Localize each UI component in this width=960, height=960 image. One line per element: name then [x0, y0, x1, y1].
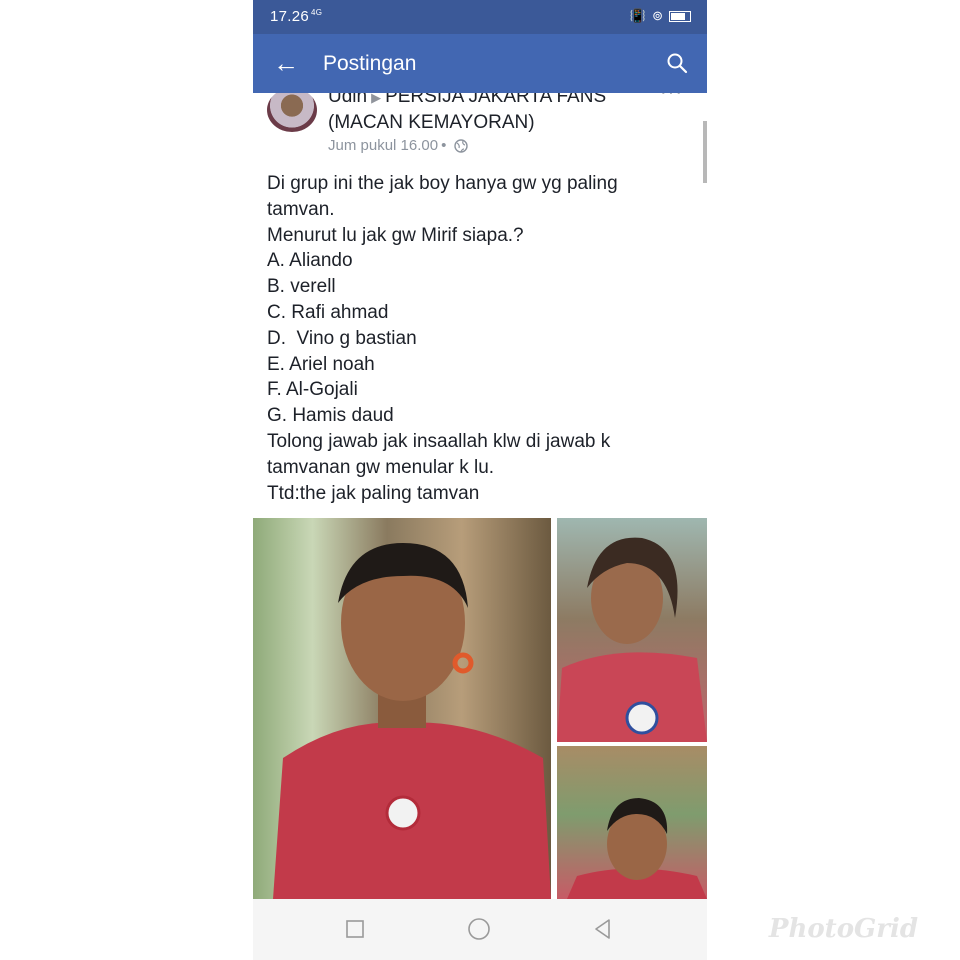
arrow-left-icon[interactable]: ←	[273, 48, 299, 78]
share-arrow-icon: ▶	[371, 93, 382, 105]
post-time[interactable]: Jum pukul 16.00	[328, 137, 438, 154]
phone-screen: 17.26 4G 📳 ⊚ ← Postingan Udin ▶ PERSIJA JAK…	[253, 0, 707, 960]
person-selfie-illustration	[557, 537, 707, 742]
network-type: 4G	[311, 8, 323, 17]
status-time: 17.26 4G	[270, 8, 322, 25]
post-line: A. Aliando	[267, 250, 353, 272]
search-icon[interactable]	[665, 51, 689, 75]
alarm-icon: ⊚	[652, 8, 663, 23]
person-selfie-illustration	[273, 543, 551, 899]
scrollbar[interactable]	[703, 121, 707, 183]
post-line: Tolong jawab jak insaallah klw di jawab …	[267, 430, 611, 452]
post-line: Di grup ini the jak boy hanya gw yg pali…	[267, 173, 618, 194]
post-line: E. Ariel noah	[267, 353, 375, 375]
app-bar: ← Postingan	[253, 34, 707, 93]
square-icon[interactable]	[343, 917, 367, 941]
post-line: C. Rafi ahmad	[267, 301, 389, 323]
post-text: Di grup ini the jak boy hanya gw yg pali…	[267, 171, 687, 506]
globe-icon	[454, 138, 469, 153]
post-line: tamvanan gw menular k lu.	[267, 456, 495, 478]
status-icons: 📳 ⊚	[630, 8, 691, 24]
post-photo-2[interactable]	[557, 518, 707, 742]
system-nav-bar	[253, 899, 707, 960]
author-name[interactable]: Udin	[328, 93, 367, 107]
post-line: D. Vino g bastian	[267, 327, 417, 349]
post-photo-main[interactable]	[253, 518, 551, 899]
person-selfie-illustration	[567, 798, 707, 899]
post-line: G. Hamis daud	[267, 405, 394, 427]
more-options-icon[interactable]: ···	[660, 93, 683, 104]
post-line: Menurut lu jak gw Mirif siapa.?	[267, 224, 524, 246]
battery-icon	[669, 10, 691, 22]
page-title: Postingan	[323, 52, 417, 75]
post-line: Ttd:the jak paling tamvan	[267, 482, 480, 504]
watermark: PhotoGrid	[768, 914, 918, 944]
triangle-back-icon[interactable]	[591, 917, 615, 941]
post-meta: Jum pukul 16.00 •	[328, 137, 469, 154]
post-line: tamvan.	[267, 198, 335, 220]
vibrate-icon: 📳	[629, 8, 647, 23]
meta-separator: •	[441, 137, 447, 154]
post-line: F. Al-Gojali	[267, 379, 358, 401]
status-bar: 17.26 4G 📳 ⊚	[253, 0, 707, 34]
avatar[interactable]	[267, 93, 317, 132]
post-header: Udin ▶ PERSIJA JAKARTA FANS (MACAN KEMAYOR…	[328, 93, 668, 135]
clock: 17.26	[270, 8, 310, 25]
post-line: B. verell	[267, 276, 336, 298]
post-photo-3[interactable]	[557, 746, 707, 899]
circle-icon[interactable]	[467, 917, 491, 941]
group-name[interactable]: PERSIJA JAKARTA FANS (MACAN KEMAYORAN)	[328, 93, 606, 133]
post: Udin ▶ PERSIJA JAKARTA FANS (MACAN KEMAYOR…	[253, 93, 707, 899]
